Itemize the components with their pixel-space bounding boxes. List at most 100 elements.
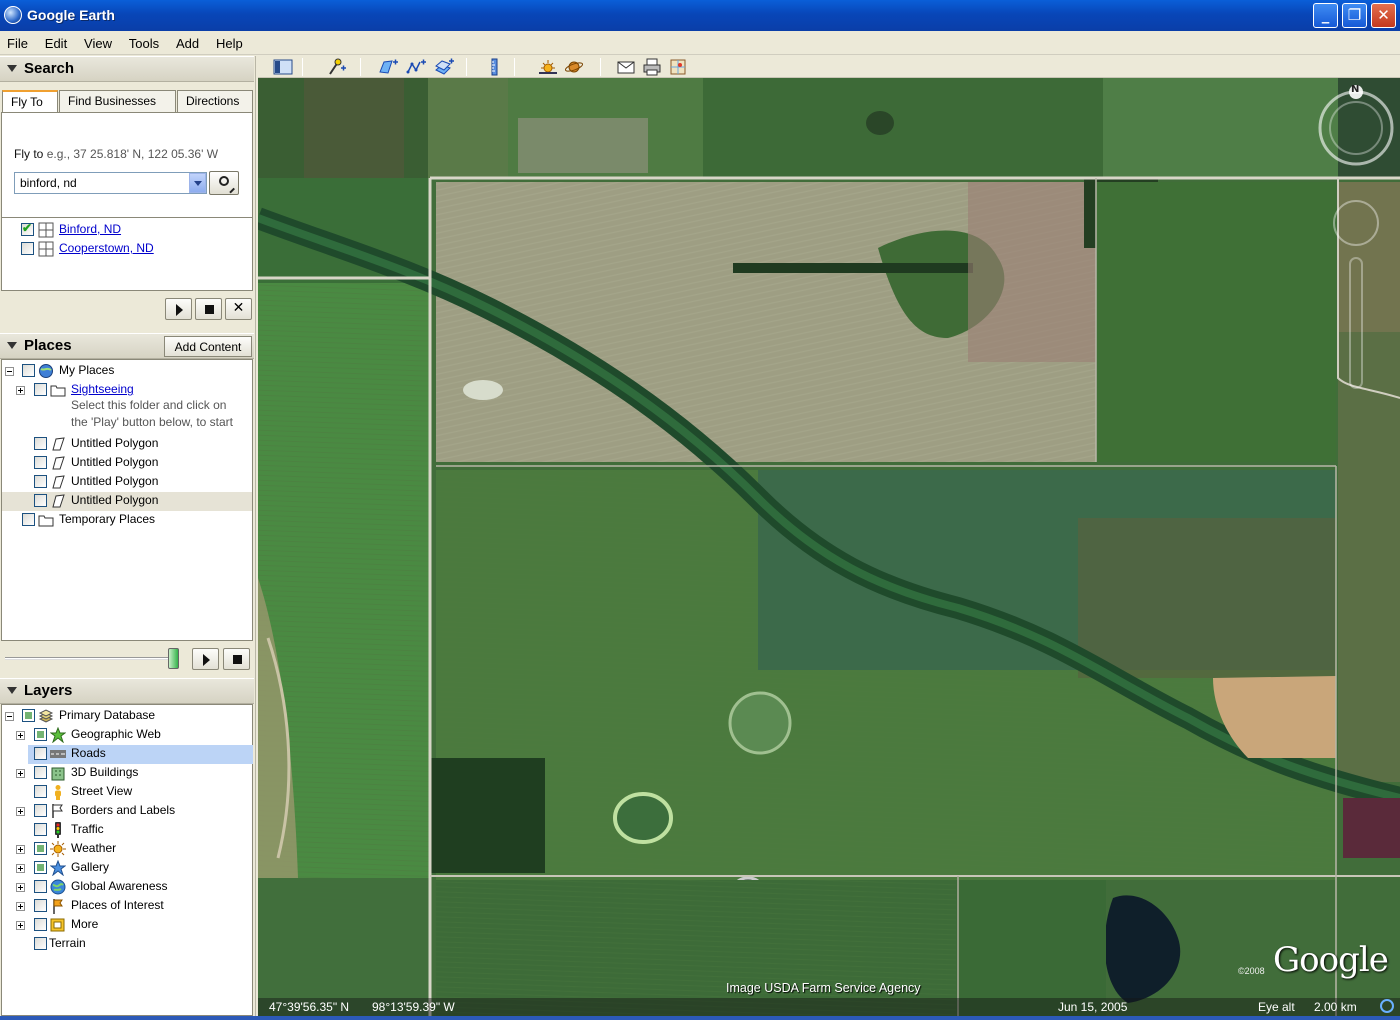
sidebar-toggle-icon[interactable] [273,58,293,76]
menu-help[interactable]: Help [209,31,249,51]
menu-tools[interactable]: Tools [122,31,165,51]
minimize-button[interactable]: _ [1313,3,1338,28]
expand-icon[interactable] [16,864,25,873]
layer-global-awareness[interactable]: Global Awareness [2,878,252,897]
expand-icon[interactable] [16,807,25,816]
tab-fly-to[interactable]: Fly To [2,90,58,113]
gallery-checkbox[interactable] [34,861,47,874]
menu-file[interactable]: File [0,31,34,51]
collapse-triangle-icon[interactable] [7,342,17,349]
ruler-icon[interactable] [484,58,504,76]
geographic-web-checkbox[interactable] [34,728,47,741]
view-in-maps-icon[interactable] [668,58,688,76]
tab-find-businesses[interactable]: Find Businesses [59,90,176,112]
earth-map-view[interactable]: N Image USDA Farm Service Agency ©2008 G… [258,78,1400,1016]
temporary-places-checkbox[interactable] [22,513,35,526]
navigation-controls[interactable] [1314,83,1398,413]
places-panel-header[interactable]: Places Add Content [0,333,254,359]
sky-planet-icon[interactable] [564,58,584,76]
collapse-triangle-icon[interactable] [7,687,17,694]
menu-edit[interactable]: Edit [38,31,73,51]
search-button[interactable] [209,171,239,195]
folder-icon [50,385,66,397]
layers-panel-header[interactable]: Layers [0,678,254,704]
street-view-checkbox[interactable] [34,785,47,798]
polygon-checkbox[interactable] [34,437,47,450]
search-stop-button[interactable] [195,298,222,320]
places-of-interest-checkbox[interactable] [34,899,47,912]
expand-icon[interactable] [16,921,25,930]
add-content-button[interactable]: Add Content [164,336,252,357]
expand-icon[interactable] [16,883,25,892]
result-cooperstown-checkbox[interactable] [21,242,34,255]
layer-more[interactable]: More [2,916,252,935]
sightseeing-checkbox[interactable] [34,383,47,396]
roads-checkbox[interactable] [34,747,47,760]
add-placemark-icon[interactable] [326,58,346,76]
tree-item-polygon[interactable]: Untitled Polygon [2,473,252,492]
tree-item-temporary-places[interactable]: Temporary Places [2,511,252,530]
add-polygon-icon[interactable] [378,58,398,76]
more-checkbox[interactable] [34,918,47,931]
sidebar: Search Fly To Find Businesses Directions… [0,56,256,1020]
places-stop-button[interactable] [223,648,250,670]
polygon-checkbox[interactable] [34,475,47,488]
collapse-triangle-icon[interactable] [7,65,17,72]
my-places-checkbox[interactable] [22,364,35,377]
result-binford-link[interactable]: Binford, ND [59,222,121,236]
layer-terrain[interactable]: Terrain [2,935,252,954]
tree-item-polygon[interactable]: Untitled Polygon [2,454,252,473]
dropdown-arrow-icon[interactable] [189,173,206,193]
collapse-icon[interactable] [5,367,14,376]
fly-to-input[interactable]: binford, nd [14,172,207,194]
tab-directions[interactable]: Directions [177,90,253,112]
expand-icon[interactable] [16,845,25,854]
expand-icon[interactable] [16,769,25,778]
collapse-icon[interactable] [5,712,14,721]
terrain-checkbox[interactable] [34,937,47,950]
borders-checkbox[interactable] [34,804,47,817]
layer-traffic[interactable]: Traffic [2,821,252,840]
layer-weather[interactable]: Weather [2,840,252,859]
clear-results-button[interactable]: ✕ [225,298,252,320]
add-image-overlay-icon[interactable] [434,58,454,76]
tree-item-polygon[interactable]: Untitled Polygon [2,492,252,511]
layer-geographic-web[interactable]: Geographic Web [2,726,252,745]
global-awareness-checkbox[interactable] [34,880,47,893]
expand-icon[interactable] [16,902,25,911]
result-cooperstown-link[interactable]: Cooperstown, ND [59,241,154,255]
layer-roads[interactable]: Roads [28,745,253,764]
maximize-button[interactable]: ❐ [1342,3,1367,28]
tree-item-polygon[interactable]: Untitled Polygon [2,435,252,454]
menu-view[interactable]: View [77,31,118,51]
add-path-icon[interactable] [406,58,426,76]
search-play-button[interactable] [165,298,192,320]
traffic-checkbox[interactable] [34,823,47,836]
expand-icon[interactable] [16,386,25,395]
sightseeing-link[interactable]: Sightseeing [71,382,134,396]
expand-icon[interactable] [16,731,25,740]
menu-add[interactable]: Add [169,31,205,51]
email-icon[interactable] [616,58,636,76]
layer-street-view[interactable]: Street View [2,783,252,802]
search-panel-header[interactable]: Search [0,56,254,82]
polygon-checkbox[interactable] [34,494,47,507]
3d-buildings-checkbox[interactable] [34,766,47,779]
layer-places-of-interest[interactable]: Places of Interest [2,897,252,916]
tree-item-my-places[interactable]: My Places [2,362,252,381]
close-button[interactable]: ✕ [1371,3,1396,28]
weather-checkbox[interactable] [34,842,47,855]
layer-gallery[interactable]: Gallery [2,859,252,878]
primary-database-checkbox[interactable] [22,709,35,722]
database-stack-icon [38,709,54,723]
layer-primary-database[interactable]: Primary Database [2,707,252,726]
layer-3d-buildings[interactable]: 3D Buildings [2,764,252,783]
print-icon[interactable] [642,58,662,76]
polygon-checkbox[interactable] [34,456,47,469]
sunlight-icon[interactable] [538,58,558,76]
tour-speed-slider[interactable] [5,657,177,660]
result-binford-checkbox[interactable] [21,221,34,236]
slider-thumb[interactable] [168,648,179,669]
layer-borders-labels[interactable]: Borders and Labels [2,802,252,821]
places-play-button[interactable] [192,648,219,670]
